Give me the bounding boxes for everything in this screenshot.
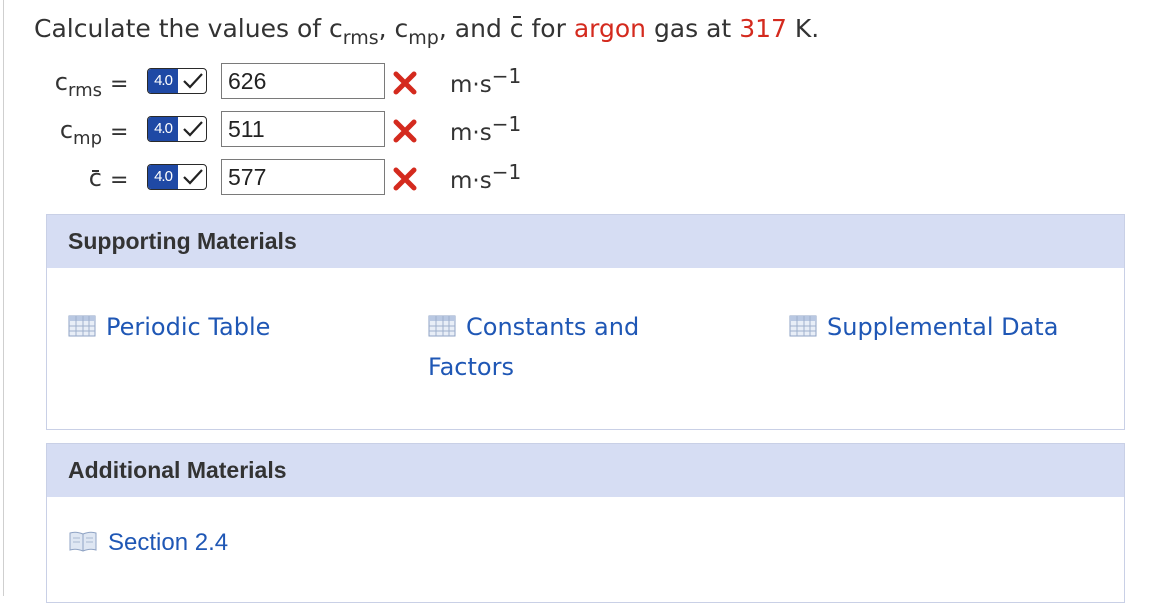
additional-materials-title: Additional Materials [47, 444, 1124, 497]
answer-variable: cmp [59, 116, 102, 149]
unit-label: m·s−1 [450, 112, 522, 146]
table-icon [789, 315, 817, 337]
constants-and-factors-link[interactable]: Constants and Factors [428, 307, 698, 387]
c-mp-symbol: cmp [394, 14, 439, 49]
table-icon [68, 315, 96, 337]
question-text: Calculate the values of crms, cmp, and c… [34, 10, 819, 57]
checkmark-icon [183, 169, 203, 185]
section-link[interactable]: Section 2.4 [68, 529, 228, 557]
temperature-value: 317 [739, 14, 787, 43]
c-bar-symbol: c [510, 10, 524, 48]
c-rms-symbol: crms [329, 14, 379, 49]
answer-row-c-bar: c = 4.0 577 m·s−1 [0, 158, 560, 198]
gas-name: argon [573, 14, 646, 43]
periodic-table-link[interactable]: Periodic Table [68, 313, 270, 341]
supporting-materials-title: Supporting Materials [47, 215, 1124, 268]
checkmark-icon [183, 73, 203, 89]
answer-row-c-rms: crms = 4.0 626 m·s−1 [0, 62, 560, 102]
score-badge[interactable]: 4.0 [147, 164, 207, 190]
supplemental-data-link[interactable]: Supplemental Data [789, 313, 1058, 341]
answer-variable: c [88, 164, 102, 192]
answer-input[interactable]: 626 [221, 63, 385, 99]
answer-input[interactable]: 577 [221, 159, 385, 195]
book-icon [69, 531, 97, 552]
table-icon [428, 315, 456, 337]
red-x-icon [393, 71, 417, 95]
supporting-materials-panel: Supporting Materials Periodic Table Cons… [46, 214, 1125, 430]
equals-sign: = [110, 72, 129, 97]
equals-sign: = [110, 168, 129, 193]
answer-input[interactable]: 511 [221, 111, 385, 147]
additional-materials-panel: Additional Materials Section 2.4 [46, 443, 1125, 603]
checkmark-icon [183, 121, 203, 137]
score-badge[interactable]: 4.0 [147, 116, 207, 142]
red-x-icon [393, 167, 417, 191]
red-x-icon [393, 119, 417, 143]
answer-variable: crms [54, 68, 102, 101]
answer-row-c-mp: cmp = 4.0 511 m·s−1 [0, 110, 560, 150]
unit-label: m·s−1 [450, 160, 522, 194]
unit-label: m·s−1 [450, 64, 522, 98]
score-badge[interactable]: 4.0 [147, 68, 207, 94]
equals-sign: = [110, 120, 129, 145]
